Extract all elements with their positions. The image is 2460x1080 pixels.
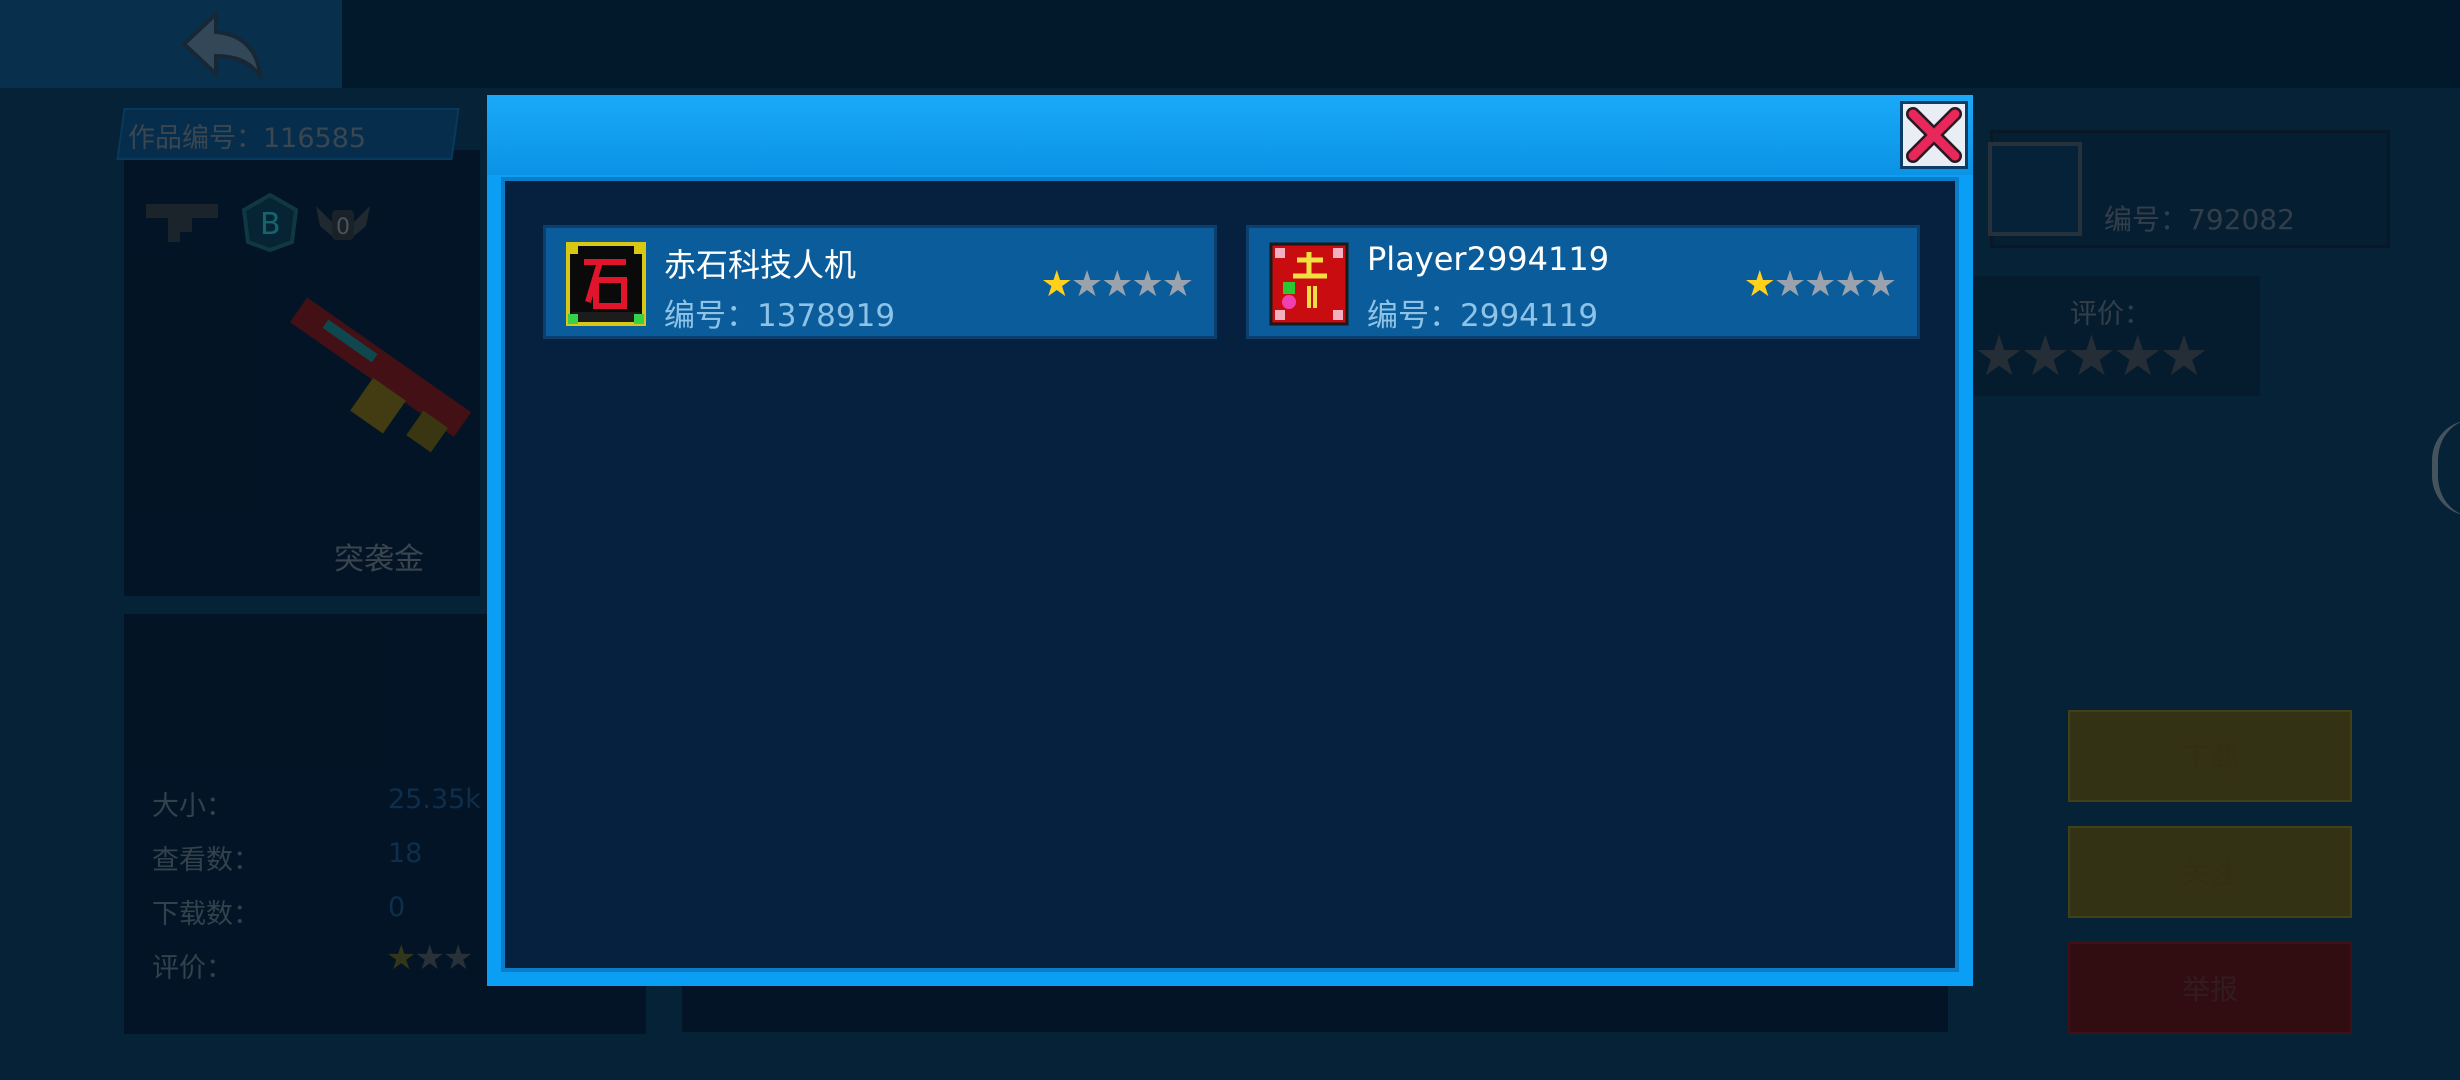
user-rating-stars: ★★★★★ <box>1040 264 1194 305</box>
user-avatar <box>566 242 646 326</box>
user-card[interactable]: 赤石科技人机 编号：1378919 ★★★★★ <box>543 225 1217 339</box>
user-list-dialog: 赤石科技人机 编号：1378919 ★★★★★ Player2994119 编号… <box>487 95 1973 986</box>
close-button[interactable] <box>1900 101 1968 169</box>
user-id: 编号：2994119 <box>1367 298 1599 334</box>
user-name: 赤石科技人机 <box>664 246 857 284</box>
dialog-header <box>487 95 1973 175</box>
user-name: Player2994119 <box>1367 240 1610 278</box>
user-card[interactable]: Player2994119 编号：2994119 ★★★★★ <box>1246 225 1920 339</box>
close-icon <box>1906 107 1962 163</box>
user-avatar <box>1269 242 1349 326</box>
user-id: 编号：1378919 <box>664 298 896 334</box>
user-rating-stars: ★★★★★ <box>1743 264 1897 305</box>
